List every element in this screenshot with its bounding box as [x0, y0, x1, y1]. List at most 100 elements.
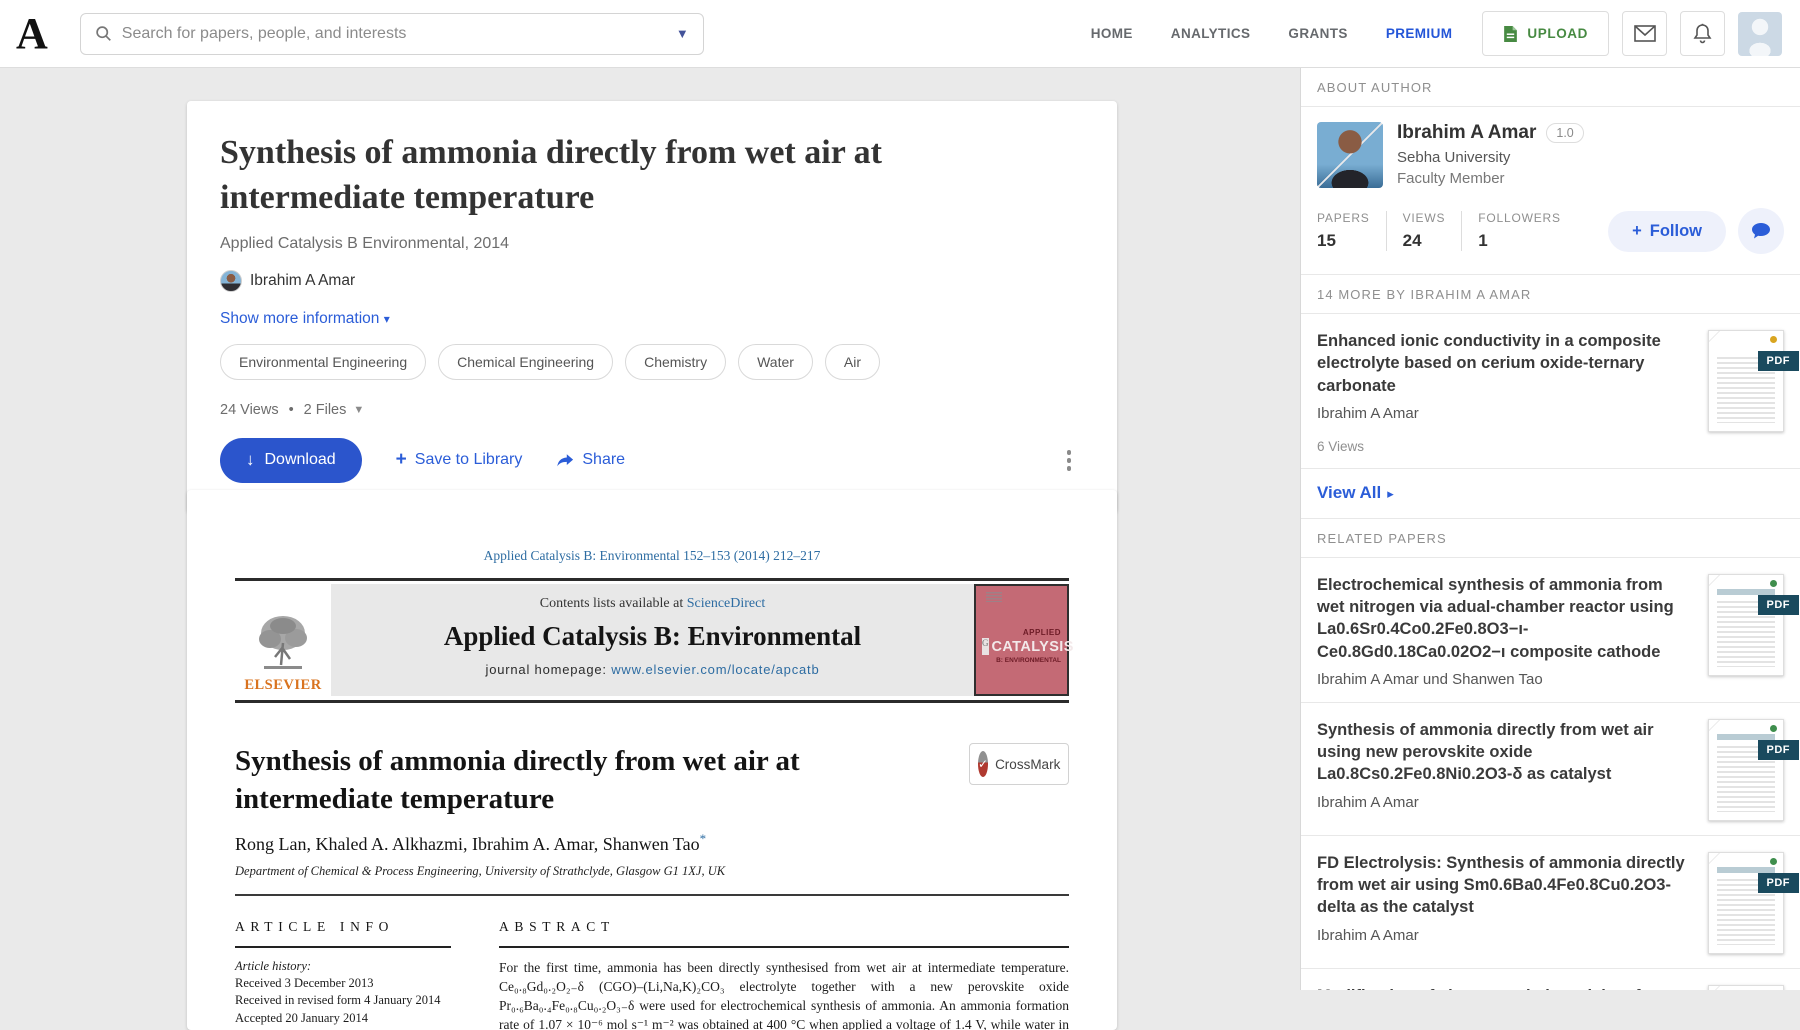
author-name: Ibrahim A Amar [250, 272, 355, 290]
related-paper-item: Modification of electrocatalytic activit… [1301, 969, 1800, 990]
related-paper-item: FD Electrolysis: Synthesis of ammonia di… [1301, 836, 1800, 969]
pdf-article-title: Synthesis of ammonia directly from wet a… [235, 743, 947, 818]
more-by-author-header: 14 MORE BY IBRAHIM A AMAR [1301, 275, 1800, 314]
download-arrow-icon: ↓ [246, 450, 255, 470]
academia-logo[interactable]: A [16, 12, 48, 56]
upload-button[interactable]: UPLOAD [1482, 11, 1609, 56]
nav-premium[interactable]: PREMIUM [1386, 26, 1453, 41]
nav-analytics[interactable]: ANALYTICS [1171, 26, 1251, 41]
plus-icon: + [396, 449, 407, 471]
page-title: Synthesis of ammonia directly from wet a… [220, 131, 1050, 221]
main-content-area: Synthesis of ammonia directly from wet a… [0, 68, 1300, 990]
thumbnail-logo-dot [1770, 580, 1777, 587]
about-author-header: ABOUT AUTHOR [1301, 68, 1800, 107]
meta-separator: • [289, 402, 294, 418]
history-accepted: Accepted 20 January 2014 [235, 1011, 451, 1027]
related-paper-item: Synthesis of ammonia directly from wet a… [1301, 703, 1800, 836]
abstract-heading: ABSTRACT [499, 919, 1069, 935]
author-role: Faculty Member [1397, 170, 1584, 187]
paper-thumbnail[interactable]: PDF [1708, 719, 1784, 821]
crossmark-label: CrossMark [995, 757, 1060, 772]
notifications-button[interactable] [1680, 11, 1725, 56]
nav-home[interactable]: HOME [1091, 26, 1133, 41]
more-paper-title[interactable]: Enhanced ionic conductivity in a composi… [1317, 330, 1694, 397]
tag-water[interactable]: Water [738, 344, 813, 380]
contents-line: Contents lists available at ScienceDirec… [331, 596, 974, 612]
tag-air[interactable]: Air [825, 344, 880, 380]
pdf-badge: PDF [1758, 873, 1800, 893]
article-info-column: ARTICLE INFO Article history: Received 3… [235, 919, 451, 1030]
share-button[interactable]: Share [556, 451, 625, 469]
pdf-divider [235, 894, 1069, 896]
journal-line: Applied Catalysis B Environmental, 2014 [220, 235, 1081, 253]
upload-label: UPLOAD [1527, 26, 1588, 41]
pdf-banner-bottom-rule [235, 700, 1069, 703]
author-university: Sebha University [1397, 149, 1584, 166]
related-paper-title[interactable]: FD Electrolysis: Synthesis of ammonia di… [1317, 852, 1694, 919]
download-button[interactable]: ↓ Download [220, 438, 362, 483]
paper-thumbnail[interactable]: PDF [1708, 330, 1784, 432]
tag-chemical-engineering[interactable]: Chemical Engineering [438, 344, 613, 380]
research-interest-tags: Environmental Engineering Chemical Engin… [220, 344, 1081, 380]
search-scope-caret-icon[interactable]: ▼ [676, 26, 689, 41]
user-avatar[interactable] [1738, 12, 1782, 56]
views-count: 24 Views [220, 402, 279, 418]
pdf-badge: PDF [1758, 595, 1800, 615]
chevron-down-icon: ▾ [384, 312, 390, 326]
messages-button[interactable] [1622, 11, 1667, 56]
related-paper-title[interactable]: Electrochemical synthesis of ammonia fro… [1317, 574, 1694, 663]
search-input[interactable] [122, 25, 668, 43]
files-dropdown[interactable]: 2 Files ▼ [304, 402, 365, 418]
abstract-column: ABSTRACT For the first time, ammonia has… [499, 919, 1069, 1030]
author-photo[interactable] [1317, 122, 1383, 188]
search-box[interactable]: ▼ [80, 13, 704, 55]
pdf-journal-banner: ELSEVIER Contents lists available at Sci… [235, 584, 1069, 696]
author-link[interactable]: Ibrahim A Amar [220, 270, 1081, 292]
article-info-heading: ARTICLE INFO [235, 919, 451, 935]
more-paper-views: 6 Views [1317, 439, 1694, 454]
related-paper-author: Ibrahim A Amar [1317, 794, 1694, 811]
more-options-kebab[interactable] [1057, 444, 1082, 477]
related-paper-item: Electrochemical synthesis of ammonia fro… [1301, 558, 1800, 703]
show-more-information-toggle[interactable]: Show more information ▾ [220, 310, 1081, 328]
thumbnail-logo-dot [1770, 336, 1777, 343]
pdf-authors-line: Rong Lan, Khaled A. Alkhazmi, Ibrahim A.… [235, 831, 1069, 855]
related-paper-author: Ibrahim A Amar und Shanwen Tao [1317, 671, 1694, 688]
view-all-link[interactable]: View All▸ [1301, 469, 1800, 519]
pdf-affiliation: Department of Chemical & Process Enginee… [235, 864, 1069, 879]
related-paper-title[interactable]: Synthesis of ammonia directly from wet a… [1317, 719, 1694, 786]
author-score-badge: 1.0 [1546, 123, 1583, 143]
bell-icon [1693, 23, 1712, 44]
elsevier-wordmark: ELSEVIER [244, 677, 321, 694]
corresponding-author-mark: * [700, 831, 707, 846]
more-paper-author: Ibrahim A Amar [1317, 405, 1694, 422]
article-history-label: Article history: [235, 959, 451, 974]
paper-thumbnail[interactable]: PDF [1708, 574, 1784, 676]
sidebar-author-name[interactable]: Ibrahim A Amar [1397, 122, 1536, 144]
envelope-icon [1634, 25, 1656, 42]
related-paper-title[interactable]: Modification of electrocatalytic activit… [1317, 985, 1694, 990]
author-mini-avatar [220, 270, 242, 292]
chevron-down-icon: ▼ [353, 404, 364, 416]
pdf-badge: PDF [1758, 351, 1800, 371]
author-stats-row: PAPERS 15 VIEWS 24 FOLLOWERS 1 + Follow [1301, 198, 1800, 275]
chat-bubble-icon [1751, 222, 1771, 240]
journal-homepage-line: journal homepage: www.elsevier.com/locat… [331, 662, 974, 677]
related-papers-header: RELATED PAPERS [1301, 519, 1800, 558]
tag-environmental-engineering[interactable]: Environmental Engineering [220, 344, 426, 380]
paper-thumbnail[interactable]: PDF [1708, 985, 1784, 990]
tag-chemistry[interactable]: Chemistry [625, 344, 726, 380]
paper-thumbnail[interactable]: PDF [1708, 852, 1784, 954]
stat-followers: FOLLOWERS 1 [1461, 211, 1577, 251]
author-profile-block: Ibrahim A Amar 1.0 Sebha University Facu… [1301, 107, 1800, 198]
crossmark-badge: ✓ CrossMark [969, 743, 1069, 785]
crossmark-icon: ✓ [978, 751, 988, 777]
search-icon [95, 25, 112, 42]
cover-chip: G [982, 638, 989, 655]
message-author-button[interactable] [1738, 208, 1784, 254]
save-to-library-button[interactable]: + Save to Library [396, 449, 523, 471]
follow-button[interactable]: + Follow [1608, 211, 1726, 252]
nav-grants[interactable]: GRANTS [1288, 26, 1347, 41]
pdf-top-rule [235, 578, 1069, 581]
abstract-text: For the first time, ammonia has been dir… [499, 958, 1069, 1030]
